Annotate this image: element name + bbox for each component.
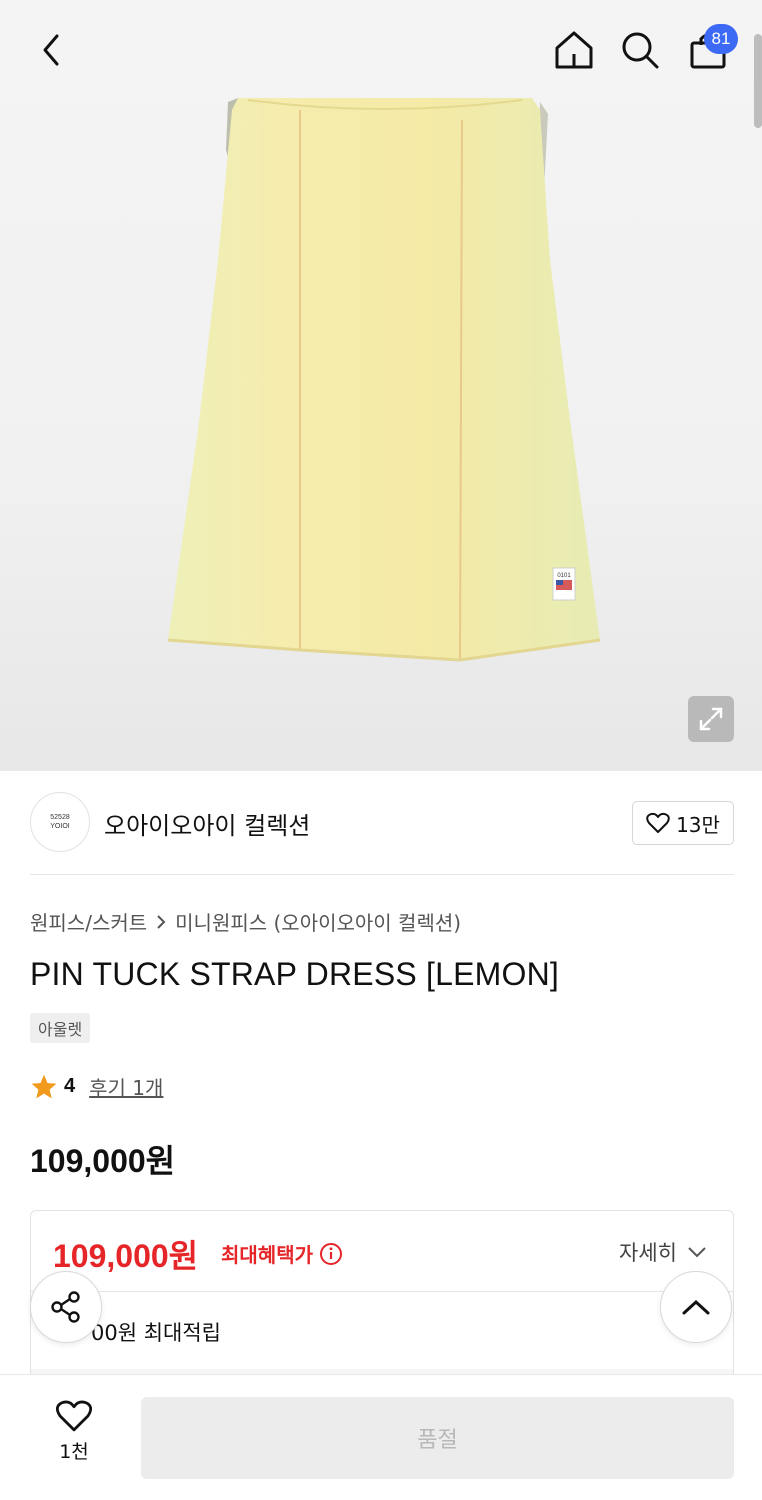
dress-image: 0101 bbox=[167, 98, 601, 662]
brand-row: 52528 YOIOI 오아이오아이 컬렉션 13만 bbox=[30, 790, 734, 856]
max-points: 00원 최대적립 bbox=[91, 1321, 221, 1345]
dress-label-text: 0101 bbox=[557, 573, 571, 579]
brand-logo-line2: YOIOI bbox=[50, 823, 70, 830]
breadcrumb-subcategory[interactable]: 미니원피스 (오아이오아이 컬렉션) bbox=[175, 907, 461, 936]
max-benefit-label-text: 최대혜택가 bbox=[221, 1243, 313, 1267]
divider bbox=[30, 874, 734, 875]
chevron-right-icon bbox=[157, 914, 166, 929]
chevron-down-icon bbox=[688, 1247, 706, 1258]
heart-icon bbox=[646, 812, 670, 833]
share-icon bbox=[51, 1291, 80, 1323]
chevron-left-icon bbox=[43, 34, 59, 66]
heart-icon bbox=[55, 1400, 93, 1432]
expand-icon bbox=[699, 707, 723, 731]
star-icon bbox=[31, 1074, 57, 1098]
rating-score: 4 bbox=[64, 1075, 76, 1097]
rating: 4 후기 1개 bbox=[30, 1072, 163, 1101]
brand-logo[interactable]: 52528 YOIOI bbox=[30, 792, 90, 852]
info-icon bbox=[320, 1242, 342, 1265]
wishlist-button[interactable]: 1천 bbox=[30, 1399, 118, 1479]
breadcrumb: 원피스/스커트 미니원피스 (오아이오아이 컬렉션) bbox=[30, 907, 461, 936]
wishlist-count: 1천 bbox=[59, 1441, 89, 1463]
product-title: PIN TUCK STRAP DRESS [LEMON] bbox=[30, 956, 559, 992]
scrollbar[interactable] bbox=[754, 34, 762, 128]
max-benefit-label[interactable]: 최대혜택가 bbox=[221, 1239, 343, 1268]
search-button[interactable] bbox=[618, 28, 662, 72]
home-button[interactable] bbox=[552, 28, 596, 72]
soldout-button[interactable]: 품절 bbox=[141, 1397, 734, 1479]
review-count-link[interactable]: 후기 1개 bbox=[89, 1072, 163, 1101]
brand-like-count: 13만 bbox=[676, 812, 720, 837]
bottom-action-bar: 1천 품절 bbox=[0, 1374, 762, 1500]
search-icon bbox=[622, 32, 659, 69]
scroll-top-button[interactable] bbox=[660, 1271, 732, 1343]
share-button[interactable] bbox=[30, 1271, 102, 1343]
home-icon bbox=[555, 31, 593, 69]
product-price: 109,000원 bbox=[30, 1143, 176, 1179]
benefit-detail-toggle[interactable]: 자세히 bbox=[619, 1237, 707, 1267]
max-benefit-price: 109,000원 bbox=[53, 1238, 199, 1274]
expand-image-button[interactable] bbox=[688, 696, 734, 742]
benefit-detail-label: 자세히 bbox=[619, 1241, 677, 1265]
back-button[interactable] bbox=[30, 28, 74, 72]
brand-logo-line1: 52528 bbox=[50, 814, 70, 821]
cart-count-badge: 81 bbox=[704, 24, 738, 54]
product-image-area[interactable]: 0101 bbox=[0, 0, 762, 771]
outlet-tag: 아울렛 bbox=[30, 1013, 91, 1043]
brand-like-button[interactable]: 13만 bbox=[632, 801, 734, 845]
breadcrumb-category[interactable]: 원피스/스커트 bbox=[30, 907, 147, 936]
brand-name[interactable]: 오아이오아이 컬렉션 bbox=[104, 806, 310, 841]
chevron-up-icon bbox=[682, 1299, 710, 1315]
divider bbox=[31, 1291, 733, 1292]
